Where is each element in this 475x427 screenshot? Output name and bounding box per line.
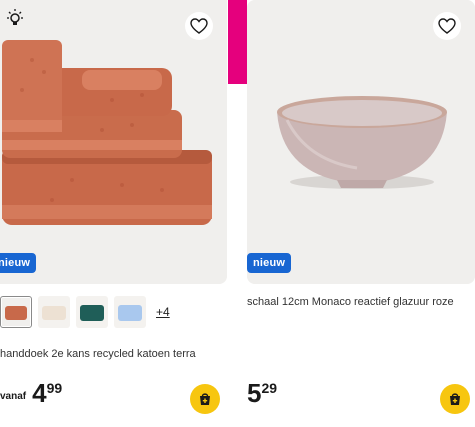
price-main: 4 — [32, 378, 47, 408]
favorite-heart-button[interactable] — [433, 12, 461, 40]
favorite-heart-button[interactable] — [185, 12, 213, 40]
cart-add-icon — [200, 393, 210, 405]
cart-add-icon — [450, 393, 460, 405]
product-image-towel[interactable]: nieuw — [0, 0, 227, 284]
more-colors-link[interactable]: +4 — [156, 305, 170, 319]
new-badge: nieuw — [247, 253, 292, 273]
price: vanaf 4 99 — [0, 380, 62, 406]
price-decimals: 99 — [46, 380, 63, 396]
product-image-bowl[interactable]: nieuw — [247, 0, 475, 284]
swatch-terra[interactable] — [0, 296, 32, 328]
add-to-cart-button[interactable] — [190, 384, 220, 414]
price-decimals: 29 — [261, 380, 278, 396]
product-card-towel[interactable]: nieuw +4 handdoek 2e kans recycled katoe… — [0, 0, 227, 427]
promo-strip — [228, 0, 247, 84]
add-to-cart-button[interactable] — [440, 384, 470, 414]
price-prefix: vanaf — [0, 391, 27, 402]
product-title[interactable]: handdoek 2e kans recycled katoen terra — [0, 348, 196, 360]
swatch-cream[interactable] — [38, 296, 70, 328]
new-badge: nieuw — [0, 253, 37, 273]
product-card-bowl[interactable]: nieuw schaal 12cm Monaco reactief glazuu… — [247, 0, 475, 427]
price: 5 29 — [247, 380, 277, 406]
color-swatches: +4 — [0, 296, 170, 328]
swatch-light-blue[interactable] — [114, 296, 146, 328]
swatch-green[interactable] — [76, 296, 108, 328]
product-title[interactable]: schaal 12cm Monaco reactief glazuur roze — [247, 296, 454, 308]
price-main: 5 — [247, 378, 262, 408]
bulb-icon — [4, 8, 26, 30]
heart-icon — [190, 18, 208, 34]
heart-icon — [438, 18, 456, 34]
